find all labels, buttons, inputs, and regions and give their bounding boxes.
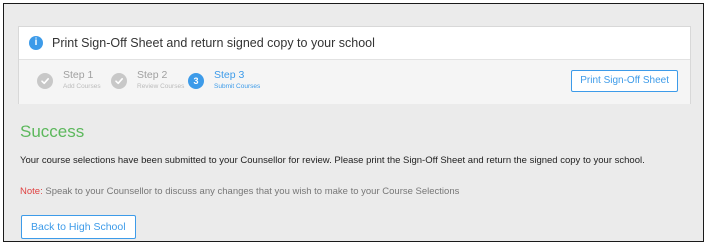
- note-text: Note: Speak to your Counsellor to discus…: [20, 186, 459, 197]
- progress-steps: Step 1 Add Courses Step 2 Review Courses…: [19, 59, 690, 104]
- step-2-label: Step 2: [137, 69, 168, 81]
- step-1-sublabel: Add Courses: [63, 83, 101, 90]
- success-title: Success: [20, 122, 85, 141]
- step-1: Step 1 Add Courses: [37, 69, 101, 92]
- page-frame: i Print Sign-Off Sheet and return signed…: [3, 3, 704, 242]
- note-body: Speak to your Counsellor to discuss any …: [42, 186, 460, 197]
- check-icon: [111, 73, 127, 89]
- step-3-label: Step 3: [214, 69, 245, 81]
- step-3-sublabel: Submit Courses: [214, 83, 261, 90]
- info-icon: i: [29, 36, 43, 50]
- step-2-sublabel: Review Courses: [137, 83, 185, 90]
- print-signoff-button[interactable]: Print Sign-Off Sheet: [571, 70, 678, 92]
- step-3: 3 Step 3 Submit Courses: [188, 69, 260, 92]
- note-label: Note:: [20, 186, 43, 197]
- step-2: Step 2 Review Courses: [111, 69, 184, 92]
- step-3-number-icon: 3: [188, 73, 204, 89]
- success-message: Your course selections have been submitt…: [20, 155, 645, 166]
- step-1-label: Step 1: [63, 69, 94, 81]
- card-title: Print Sign-Off Sheet and return signed c…: [52, 36, 375, 50]
- back-to-high-school-button[interactable]: Back to High School: [21, 215, 136, 239]
- check-icon: [37, 73, 53, 89]
- signoff-card: i Print Sign-Off Sheet and return signed…: [18, 26, 691, 104]
- card-header: i Print Sign-Off Sheet and return signed…: [19, 27, 690, 59]
